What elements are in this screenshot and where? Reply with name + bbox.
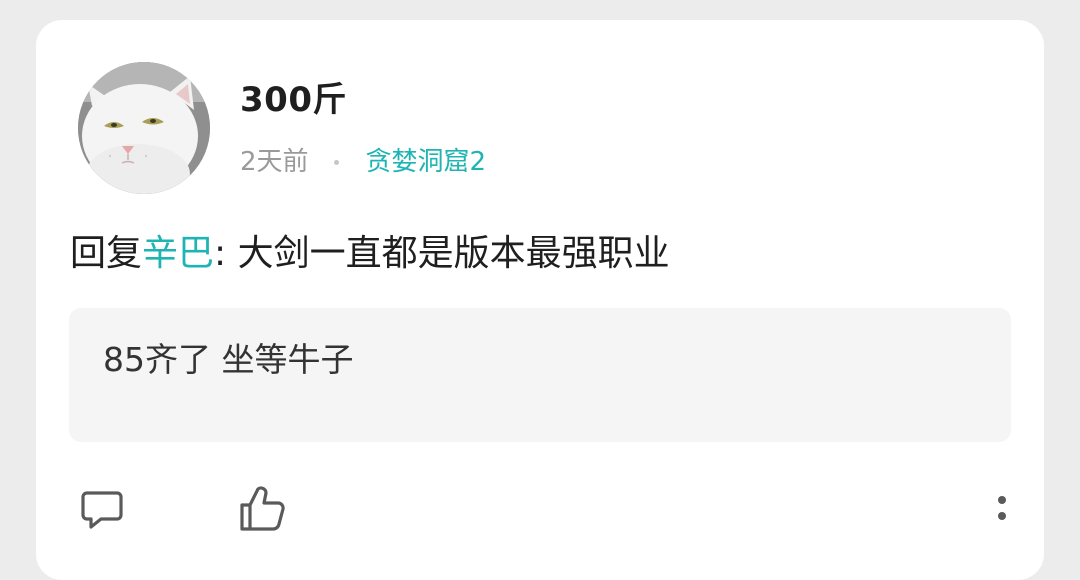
meta-separator-dot — [333, 159, 339, 165]
author-name[interactable]: 300斤 — [240, 78, 347, 122]
author-avatar[interactable] — [78, 62, 210, 194]
reply-target-user[interactable]: 辛巴 — [142, 233, 214, 274]
community-link[interactable]: 贪婪洞窟2 — [366, 144, 487, 180]
quoted-comment-text: 85齐了 坐等牛子 — [103, 340, 354, 379]
comment-button[interactable] — [76, 484, 128, 536]
thumbs-up-icon — [240, 486, 285, 531]
reply-prefix: 回复 — [70, 233, 143, 274]
white-cat-avatar-icon — [78, 62, 210, 194]
like-button[interactable] — [236, 480, 288, 536]
reply-separator: : — [214, 233, 238, 274]
quoted-comment[interactable]: 85齐了 坐等牛子 — [69, 308, 1011, 442]
post-meta: 2天前 贪婪洞窟2 — [240, 144, 486, 180]
more-options-button[interactable] — [986, 486, 1018, 538]
post-time: 2天前 — [240, 147, 309, 177]
reply-content: 回复辛巴: 大剑一直都是版本最强职业 — [70, 230, 670, 278]
comment-icon — [81, 491, 123, 529]
reply-text: 大剑一直都是版本最强职业 — [237, 233, 670, 274]
more-vertical-icon — [998, 496, 1006, 520]
reply-card: 300斤 2天前 贪婪洞窟2 回复辛巴: 大剑一直都是版本最强职业 85齐了 坐… — [36, 20, 1044, 580]
